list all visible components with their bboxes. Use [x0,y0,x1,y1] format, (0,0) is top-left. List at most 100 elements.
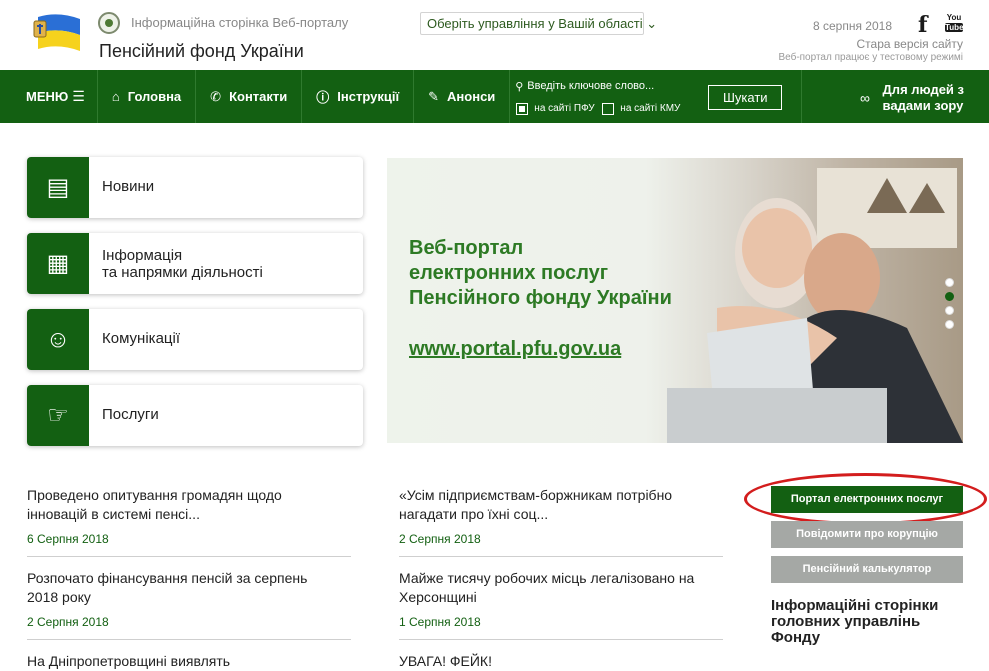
document-grid-icon: ▦ [27,233,89,294]
ukraine-flag-logo[interactable] [32,13,84,53]
current-date: 8 серпня 2018 [812,19,892,33]
home-icon: ⌂ [111,89,120,104]
regional-heading-line3: Фонду [771,629,821,646]
search-input[interactable] [527,80,698,92]
news-title[interactable]: «Усім підприємствам-боржникам потрібно на… [399,486,723,524]
news-title[interactable]: Розпочато фінансування пенсій за серпень… [27,569,351,607]
nav-home-label: Головна [127,89,182,104]
youtube-icon-text-top: You [946,13,962,22]
news-title-line1: Розпочато фінансування пенсій за серпень [27,570,308,586]
carousel-dots [945,278,954,334]
region-select-label: Оберіть управління у Вашій області [427,16,643,31]
nav-instructions-label: Інструкції [337,89,400,104]
facebook-icon[interactable]: f [918,12,927,38]
nav-instructions[interactable]: ⓘ Інструкції [302,70,415,123]
nav-announcements[interactable]: ✎ Анонси [414,70,511,123]
hero-banner[interactable]: Веб-портал електронних послуг Пенсійного… [387,158,963,443]
divider [27,556,351,557]
old-version-link[interactable]: Стара версія сайту [857,37,963,51]
category-communications-label: Комунікації [102,330,181,347]
category-news-label: Новини [102,178,155,195]
banner-line3: Пенсійного фонду України [409,287,672,309]
news-title[interactable]: На Дніпропетровщині виявлять [27,652,351,671]
news-title-line2: Херсонщині [399,589,477,605]
hamburger-icon: ☰ [72,88,85,104]
category-information-line2: та напрямки діяльності [102,264,263,281]
newspaper-icon: ▤ [27,157,89,218]
accessibility-line1: Для людей з [882,82,964,97]
news-item[interactable]: Проведено опитування громадян щодо іннова… [27,486,351,557]
news-title-line2: 2018 року [27,589,91,605]
news-item[interactable]: На Дніпропетровщині виявлять [27,652,351,671]
menu-button[interactable]: МЕНЮ ☰ [0,70,98,123]
glasses-icon: ∞ [860,90,870,106]
search-icon: ⚲ [515,81,524,93]
search-kmu-checkbox[interactable] [602,103,615,115]
banner-line1: Веб-портал [409,237,524,259]
region-select[interactable]: Оберіть управління у Вашій області ⌄ [420,12,657,35]
category-communications[interactable]: ☺ Комунікації [27,309,363,370]
site-header: Інформаційна сторінка Веб-порталу Пенсій… [0,0,989,70]
accessibility-line2: вадами зору [882,98,964,113]
carousel-dot-3[interactable] [945,306,954,315]
test-mode-notice: Веб-портал працює у тестовому режимі [778,52,963,63]
carousel-dot-2[interactable] [945,292,954,301]
youtube-icon-text-bottom: Tube [945,23,964,32]
carousel-dot-4[interactable] [945,320,954,329]
banner-heading: Веб-портал електронних послуг Пенсійного… [409,236,672,311]
news-date: 1 Серпня 2018 [399,615,481,629]
search-button[interactable]: Шукати [708,85,783,110]
category-services[interactable]: ☞ Послуги [27,385,363,446]
news-item[interactable]: «Усім підприємствам-боржникам потрібно на… [399,486,723,557]
category-services-label: Послуги [102,406,159,423]
category-news[interactable]: ▤ Новини [27,157,363,218]
pension-calculator-button[interactable]: Пенсійний калькулятор [771,556,963,583]
nav-contacts-label: Контакти [229,89,288,104]
news-title[interactable]: Проведено опитування громадян щодо іннова… [27,486,351,524]
menu-label: МЕНЮ [26,89,69,104]
search-form: ⚲ на сайті ПФУ на сайті КМУ Шукати [510,70,803,123]
news-title-line1: Майже тисячу робочих місць легалізовано … [399,570,695,586]
accessibility-link[interactable]: Для людей з вадами зору [883,82,964,114]
news-title[interactable]: Майже тисячу робочих місць легалізовано … [399,569,723,607]
search-kmu-label: на сайті КМУ [620,103,681,114]
news-date: 2 Серпня 2018 [399,532,481,546]
info-icon: ⓘ [316,90,330,105]
nav-home[interactable]: ⌂ Головна [98,70,197,123]
divider [27,639,351,640]
regional-heading-line1: Інформаційні сторінки [771,597,939,614]
news-date: 6 Серпня 2018 [27,532,109,546]
phone-icon: ✆ [210,88,222,104]
category-information-line1: Інформація [102,247,183,264]
search-pfu-checkbox[interactable] [516,103,529,115]
chevron-down-icon: ⌄ [646,16,658,31]
banner-link[interactable]: www.portal.pfu.gov.ua [409,338,621,361]
news-item[interactable]: УВАГА! ФЕЙК! [399,652,723,671]
category-information-label: Інформація та напрямки діяльності [102,247,263,281]
nav-contacts[interactable]: ✆ Контакти [196,70,303,123]
news-title-line1: «Усім підприємствам-боржникам потрібно [399,487,673,503]
hand-document-icon: ☞ [27,385,89,446]
banner-line2: електронних послуг [409,262,609,284]
carousel-dot-1[interactable] [945,278,954,287]
megaphone-icon: ✎ [428,88,440,104]
search-pfu-label: на сайті ПФУ [534,103,595,114]
news-item[interactable]: Розпочато фінансування пенсій за серпень… [27,569,351,640]
regional-pages-heading: Інформаційні сторінки головних управлінь… [771,598,971,646]
divider [399,556,723,557]
pfu-emblem-icon [98,12,120,34]
category-information[interactable]: ▦ Інформація та напрямки діяльності [27,233,363,294]
news-title-line1: Проведено опитування громадян щодо [27,487,282,503]
divider [399,639,723,640]
news-title-line2: нагадати про їхні соц... [399,506,549,522]
portal-title[interactable]: Пенсійний фонд України [99,41,304,62]
red-highlight-ellipse [744,473,987,525]
news-title[interactable]: УВАГА! ФЕЙК! [399,652,723,671]
nav-announcements-label: Анонси [447,89,496,104]
youtube-icon[interactable]: You Tube [945,13,964,32]
main-nav: МЕНЮ ☰ ⌂ Головна ✆ Контакти ⓘ Інструкції ✎ Ан… [0,70,989,123]
news-item[interactable]: Майже тисячу робочих місць легалізовано … [399,569,723,640]
news-title-line2: інновацій в системі пенсі... [27,506,200,522]
regional-heading-line2: головних управлінь [771,613,921,630]
report-corruption-button[interactable]: Повідомити про корупцію [771,521,963,548]
